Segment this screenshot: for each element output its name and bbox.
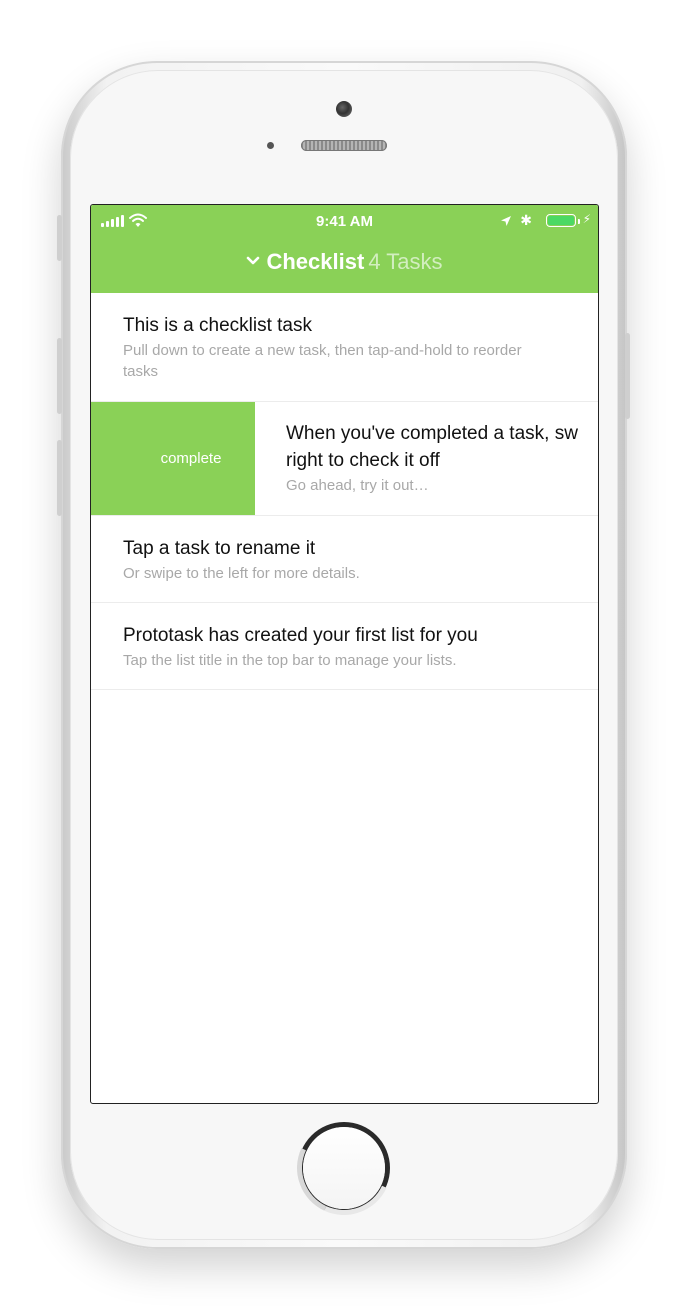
task-subtitle: Go ahead, try it out…	[286, 477, 429, 494]
list-title-button[interactable]: Checklist 4 Tasks	[91, 249, 598, 275]
front-camera	[336, 101, 352, 117]
volume-up-button	[57, 338, 62, 414]
home-button[interactable]	[283, 1107, 405, 1229]
location-arrow-icon	[501, 216, 511, 226]
status-bar: 9:41 AM ✱ ⚡	[91, 211, 598, 235]
task-title-line2: right to check it off	[286, 450, 440, 471]
battery-icon	[546, 214, 576, 227]
task-subtitle: Or swipe to the left for more details.	[123, 565, 360, 582]
mute-switch	[57, 215, 62, 261]
task-title: This is a checklist task	[123, 315, 312, 336]
volume-down-button	[57, 440, 62, 516]
task-count: 4 Tasks	[368, 249, 443, 274]
task-title: When you've completed a task, sw	[286, 423, 578, 444]
task-title: Prototask has created your first list fo…	[123, 625, 478, 646]
task-subtitle: Pull down to create a new task, then tap…	[123, 342, 522, 380]
task-subtitle: Tap the list title in the top bar to man…	[123, 652, 457, 669]
chevron-down-icon	[247, 256, 260, 265]
task-row[interactable]: Tap a task to rename it Or swipe to the …	[91, 516, 598, 603]
earpiece-speaker	[301, 140, 387, 151]
task-row[interactable]: Prototask has created your first list fo…	[91, 603, 598, 690]
task-title: Tap a task to rename it	[123, 538, 316, 559]
battery-level	[548, 216, 574, 225]
app-screen: 9:41 AM ✱ ⚡ Checklist 4 Tasks This is a c…	[90, 204, 599, 1104]
power-button	[625, 333, 630, 419]
charging-bolt-icon: ⚡	[582, 212, 591, 226]
top-bar: 9:41 AM ✱ ⚡ Checklist 4 Tasks	[91, 205, 598, 293]
complete-label: complete	[160, 450, 222, 467]
task-row-swiped[interactable]: complete When you've completed a task, s…	[91, 402, 598, 516]
proximity-sensor	[267, 142, 274, 149]
task-row[interactable]: This is a checklist task Pull down to cr…	[91, 293, 598, 402]
bluetooth-icon: ✱	[520, 212, 532, 228]
battery-nub	[578, 219, 580, 224]
list-title: Checklist	[266, 249, 365, 274]
